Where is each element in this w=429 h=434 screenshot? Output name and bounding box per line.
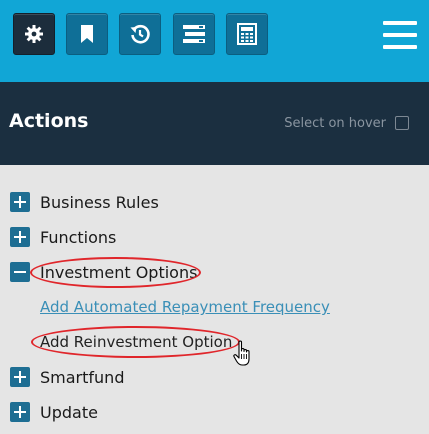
- tree-item-label: Business Rules: [40, 192, 159, 212]
- actions-header: Actions Select on hover: [0, 82, 429, 165]
- add-automated-repayment-frequency-link[interactable]: Add Automated Repayment Frequency: [40, 295, 330, 319]
- tree-item-label: Investment Options: [40, 262, 198, 282]
- tree-item-smartfund[interactable]: Smartfund: [10, 365, 124, 389]
- collapse-icon[interactable]: [10, 262, 30, 282]
- select-on-hover-checkbox[interactable]: [395, 116, 409, 130]
- list-icon: [183, 25, 205, 43]
- toolbar: [0, 0, 429, 82]
- expand-icon[interactable]: [10, 227, 30, 247]
- history-icon: [130, 24, 150, 44]
- bookmark-icon: [81, 25, 93, 43]
- hand-pointer-icon: [233, 340, 250, 366]
- tree-item-label: Functions: [40, 227, 117, 247]
- tree-item-business-rules[interactable]: Business Rules: [10, 190, 159, 214]
- page-title: Actions: [9, 110, 89, 132]
- list-button[interactable]: [173, 13, 215, 55]
- settings-button[interactable]: [13, 13, 55, 55]
- calculator-icon: [237, 23, 257, 45]
- bookmark-button[interactable]: [66, 13, 108, 55]
- calculator-button[interactable]: [226, 13, 268, 55]
- expand-icon[interactable]: [10, 367, 30, 387]
- tree-item-label: Update: [40, 402, 98, 422]
- tree-item-functions[interactable]: Functions: [10, 225, 116, 249]
- expand-icon[interactable]: [10, 192, 30, 212]
- tree-item-update[interactable]: Update: [10, 400, 98, 424]
- history-button[interactable]: [119, 13, 161, 55]
- tree-item-label: Smartfund: [40, 367, 125, 387]
- select-on-hover-label: Select on hover: [284, 116, 386, 131]
- hamburger-menu-icon[interactable]: [383, 21, 417, 49]
- gear-icon: [25, 25, 43, 43]
- expand-icon[interactable]: [10, 402, 30, 422]
- add-reinvestment-option-link[interactable]: Add Reinvestment Option: [40, 330, 232, 354]
- tree-item-investment-options[interactable]: Investment Options: [10, 260, 197, 284]
